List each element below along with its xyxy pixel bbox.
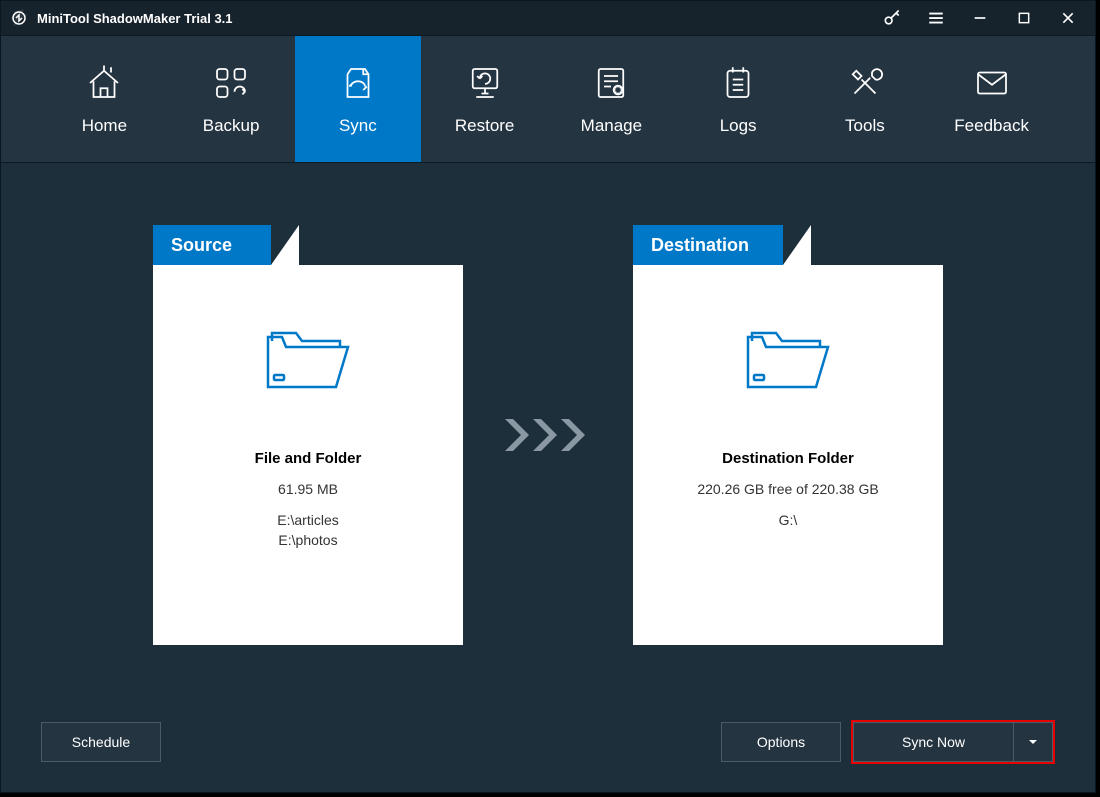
tab-label: Tools [845, 116, 885, 136]
tab-label: Logs [720, 116, 757, 136]
tab-home[interactable]: Home [41, 36, 168, 162]
sync-now-button[interactable]: Sync Now [853, 722, 1013, 762]
tab-label: Sync [339, 116, 377, 136]
folder-icon [258, 317, 358, 402]
key-icon[interactable] [879, 5, 905, 31]
menu-icon[interactable] [923, 5, 949, 31]
tab-feedback[interactable]: Feedback [928, 36, 1055, 162]
title-bar: MiniTool ShadowMaker Trial 3.1 [1, 1, 1095, 35]
destination-path-1: G:\ [779, 511, 798, 531]
maximize-button[interactable] [1011, 5, 1037, 31]
minimize-button[interactable] [967, 5, 993, 31]
feedback-icon [971, 62, 1013, 104]
tab-tools[interactable]: Tools [802, 36, 929, 162]
tab-restore[interactable]: Restore [421, 36, 548, 162]
home-icon [83, 62, 125, 104]
tab-backup[interactable]: Backup [168, 36, 295, 162]
tab-label: Restore [455, 116, 515, 136]
window-controls [879, 5, 1081, 31]
schedule-button[interactable]: Schedule [41, 722, 161, 762]
restore-icon [464, 62, 506, 104]
footer-bar: Schedule Options Sync Now [1, 720, 1095, 764]
folder-icon [738, 317, 838, 402]
tab-label: Manage [581, 116, 642, 136]
tab-label: Home [82, 116, 127, 136]
close-button[interactable] [1055, 5, 1081, 31]
source-title: File and Folder [255, 450, 362, 467]
tab-logs[interactable]: Logs [675, 36, 802, 162]
source-path-1: E:\articles [277, 511, 338, 531]
destination-panel[interactable]: Destination Destination Folder 220.26 GB… [633, 225, 943, 645]
tab-label: Backup [203, 116, 260, 136]
tab-manage[interactable]: Manage [548, 36, 675, 162]
manage-icon [590, 62, 632, 104]
source-size: 61.95 MB [278, 481, 338, 497]
source-panel[interactable]: Source File and Folder 61.95 MB E:\artic… [153, 225, 463, 645]
logs-icon [717, 62, 759, 104]
destination-heading: Destination [633, 225, 783, 265]
sync-content: Source File and Folder 61.95 MB E:\artic… [1, 163, 1095, 673]
arrow-icon [503, 225, 593, 645]
sync-icon [337, 62, 379, 104]
backup-icon [210, 62, 252, 104]
app-window: MiniTool ShadowMaker Trial 3.1 [0, 0, 1096, 793]
destination-size: 220.26 GB free of 220.38 GB [697, 481, 878, 497]
options-button[interactable]: Options [721, 722, 841, 762]
app-logo-icon [9, 8, 29, 28]
sync-now-group: Sync Now [851, 720, 1055, 764]
destination-title: Destination Folder [722, 450, 854, 467]
source-heading: Source [153, 225, 271, 265]
source-path-2: E:\photos [277, 531, 338, 551]
tab-label: Feedback [954, 116, 1029, 136]
tab-sync[interactable]: Sync [295, 36, 422, 162]
destination-panel-header: Destination [633, 225, 943, 265]
source-paths: E:\articles E:\photos [277, 511, 338, 550]
destination-paths: G:\ [779, 511, 798, 531]
main-toolbar: Home Backup Sync Restore Manage [1, 35, 1095, 163]
sync-now-dropdown-button[interactable] [1013, 722, 1053, 762]
chevron-down-icon [1027, 736, 1039, 748]
source-panel-header: Source [153, 225, 463, 265]
tools-icon [844, 62, 886, 104]
app-title: MiniTool ShadowMaker Trial 3.1 [37, 11, 879, 26]
